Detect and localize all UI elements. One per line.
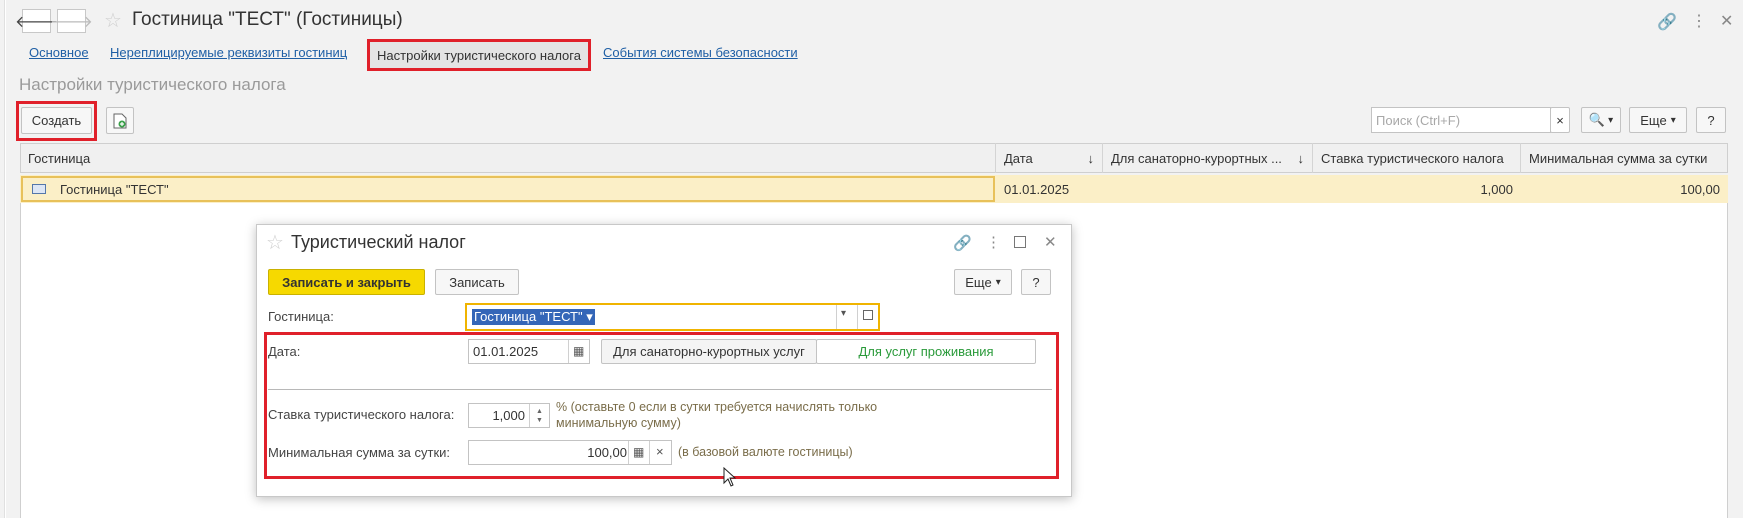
column-header-date-label: Дата bbox=[1004, 150, 1033, 166]
date-input[interactable]: 01.01.2025 bbox=[468, 339, 590, 364]
open-item-icon[interactable] bbox=[863, 310, 873, 320]
min-sum-label: Минимальная сумма за сутки: bbox=[268, 445, 451, 460]
date-input-value: 01.01.2025 bbox=[473, 344, 539, 359]
document-add-icon bbox=[113, 113, 127, 128]
date-label: Дата: bbox=[268, 344, 301, 359]
left-edge-bar bbox=[0, 0, 5, 518]
mouse-cursor-icon bbox=[723, 467, 737, 487]
column-header-rate[interactable]: Ставка туристического налога bbox=[1313, 143, 1521, 173]
clear-icon[interactable]: × bbox=[656, 444, 664, 459]
field-divider bbox=[649, 441, 650, 464]
search-placeholder: Поиск (Ctrl+F) bbox=[1376, 112, 1461, 128]
catalog-item-icon bbox=[32, 184, 46, 194]
rate-note-line2: минимальную сумму) bbox=[556, 416, 681, 430]
close-icon[interactable]: ✕ bbox=[1720, 11, 1733, 31]
tab-main[interactable]: Основное bbox=[29, 45, 89, 60]
link-icon[interactable]: 🔗 bbox=[953, 234, 972, 252]
link-icon[interactable]: 🔗 bbox=[1657, 12, 1677, 32]
column-header-min-sum[interactable]: Минимальная сумма за сутки bbox=[1521, 143, 1728, 173]
window-title: Гостиница "ТЕСТ" (Гостиницы) bbox=[132, 9, 403, 30]
chevron-down-icon: ▾ bbox=[995, 276, 1001, 288]
save-and-close-button[interactable]: Записать и закрыть bbox=[268, 269, 425, 295]
column-header-sanatorium[interactable]: Для санаторно-курортных ... ↓ bbox=[1103, 143, 1313, 173]
min-sum-input-value: 100,00 bbox=[587, 445, 627, 460]
hotel-field[interactable]: Гостиница "ТЕСТ" ▾ ▾ bbox=[465, 303, 880, 331]
create-button[interactable]: Создать bbox=[21, 107, 92, 134]
rate-input-value: 1,000 bbox=[492, 408, 525, 423]
dialog-more-label: Еще bbox=[965, 274, 992, 290]
search-clear-button[interactable]: × bbox=[1550, 107, 1570, 133]
table-cell-rate[interactable]: 1,000 bbox=[1313, 175, 1521, 203]
stepper-up-icon[interactable]: ▲ bbox=[536, 407, 543, 416]
toggle-sanatorium-button[interactable]: Для санаторно-курортных услуг bbox=[601, 339, 817, 364]
field-divider bbox=[836, 305, 837, 329]
sort-arrow-icon: ↓ bbox=[1087, 150, 1095, 166]
calendar-icon[interactable]: ▦ bbox=[573, 344, 584, 358]
help-button[interactable]: ? bbox=[1696, 107, 1726, 133]
hotel-label: Гостиница: bbox=[268, 309, 334, 324]
column-header-hotel[interactable]: Гостиница bbox=[20, 143, 996, 173]
stepper-down-icon[interactable]: ▼ bbox=[536, 416, 543, 425]
hotel-name: Гостиница "ТЕСТ" bbox=[60, 181, 169, 197]
rate-note-line1: % (оставьте 0 если в сутки требуется нач… bbox=[556, 400, 878, 414]
chevron-down-icon[interactable]: ▾ bbox=[841, 308, 846, 319]
search-input[interactable]: Поиск (Ctrl+F) bbox=[1371, 107, 1551, 133]
toggle-living-button[interactable]: Для услуг проживания bbox=[816, 339, 1036, 364]
tab-nonreplicated[interactable]: Нереплицируемые реквизиты гостиниц bbox=[110, 45, 347, 60]
min-sum-note: (в базовой валюте гостиницы) bbox=[678, 445, 853, 459]
column-header-sanatorium-label: Для санаторно-курортных ... bbox=[1111, 150, 1282, 166]
table-cell-sanatorium[interactable] bbox=[1103, 175, 1313, 203]
close-icon[interactable]: ✕ bbox=[1044, 233, 1057, 251]
favorite-star-icon[interactable]: ☆ bbox=[104, 11, 122, 31]
more-actions-icon[interactable]: ⋮ bbox=[986, 233, 1001, 251]
tab-tourist-tax-settings[interactable]: Настройки туристического налога bbox=[367, 39, 591, 71]
save-button[interactable]: Записать bbox=[435, 269, 519, 295]
dialog-more-button[interactable]: Еще ▾ bbox=[954, 269, 1012, 295]
tab-security-events[interactable]: События системы безопасности bbox=[603, 45, 798, 60]
rate-stepper[interactable]: ▲ ▼ bbox=[529, 404, 549, 427]
search-button[interactable]: 🔍 ▾ bbox=[1581, 107, 1621, 133]
copy-document-button[interactable] bbox=[106, 107, 134, 134]
sort-arrow-icon: ↓ bbox=[1297, 150, 1305, 166]
more-actions-icon[interactable]: ⋮ bbox=[1691, 11, 1707, 31]
column-header-date[interactable]: Дата ↓ bbox=[996, 143, 1103, 173]
search-icon: 🔍 bbox=[1588, 112, 1606, 127]
dialog-title: Туристический налог bbox=[291, 232, 466, 252]
chevron-down-icon: ▾ bbox=[1608, 114, 1614, 126]
field-divider bbox=[857, 305, 858, 329]
hotel-field-value: Гостиница "ТЕСТ" ▾ bbox=[472, 309, 595, 325]
forward-button[interactable]: 🡒 bbox=[50, 9, 93, 33]
back-button[interactable]: 🡐 bbox=[15, 9, 58, 33]
field-divider bbox=[568, 340, 569, 363]
table-cell-hotel[interactable]: Гостиница "ТЕСТ" bbox=[24, 175, 177, 203]
favorite-star-icon[interactable]: ☆ bbox=[266, 233, 284, 253]
field-divider bbox=[628, 441, 629, 464]
table-cell-min-sum[interactable]: 100,00 bbox=[1521, 175, 1728, 203]
rate-label: Ставка туристического налога: bbox=[268, 407, 455, 422]
table-cell-date[interactable]: 01.01.2025 bbox=[996, 175, 1077, 203]
section-separator bbox=[268, 389, 1052, 390]
more-button[interactable]: Еще ▾ bbox=[1629, 107, 1687, 133]
more-button-label: Еще bbox=[1640, 112, 1667, 128]
dialog-help-button[interactable]: ? bbox=[1021, 269, 1051, 295]
section-title: Настройки туристического налога bbox=[19, 75, 286, 94]
forward-arrow-icon: 🡒 bbox=[50, 13, 93, 31]
maximize-icon[interactable] bbox=[1014, 236, 1026, 248]
chevron-down-icon: ▾ bbox=[1670, 114, 1676, 126]
calculator-icon[interactable]: ▦ bbox=[633, 445, 644, 459]
